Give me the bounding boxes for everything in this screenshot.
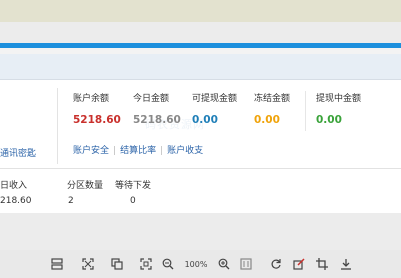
frozen-label: 冻结金额 [254,94,291,104]
comm-key-link[interactable]: 通讯密匙 [0,146,36,159]
withdrawable-label: 可提现金额 [192,94,238,104]
withdrawing-column: 提现中金额 0.00 [316,91,362,126]
zoom-in-icon[interactable] [216,256,232,272]
top-banner [0,0,401,22]
stat-header-partitions: 分区数量 [67,181,104,191]
balance-column: 账户余额 5218.60 [73,91,121,126]
edit-icon[interactable] [291,256,307,272]
stat-value-partitions: 2 [68,196,74,206]
stat-value-pending: 0 [130,196,136,206]
withdrawing-label: 提现中金额 [316,94,362,104]
zoom-level: 100% [184,259,208,269]
fit-page-icon[interactable] [138,256,154,272]
fit-width-icon[interactable] [80,256,96,272]
balance-value: 5218.60 [73,114,121,126]
column-separator [305,91,306,131]
copy-icon[interactable] [109,256,125,272]
link-separator: | [113,146,117,156]
today-amount-value: 5218.60 [133,114,181,126]
section-band [0,54,401,80]
today-amount-label: 今日金额 [133,94,170,104]
stat-header-pending: 等待下发 [115,181,152,191]
stat-header-income: 日收入 [0,181,28,191]
account-links: 账户安全 | 结算比率 | 账户收支 [73,143,203,156]
zoom-out-icon[interactable] [160,256,176,272]
settlement-rate-link[interactable]: 结算比率 [120,146,156,156]
stat-value-income: 218.60 [0,196,32,206]
account-security-link[interactable]: 账户安全 [73,146,109,156]
rotate-icon[interactable] [268,256,284,272]
stats-panel [0,168,401,213]
withdrawable-column: 可提现金额 0.00 [192,91,238,126]
account-ledger-link[interactable]: 账户收支 [167,146,203,156]
withdrawing-value: 0.00 [316,114,342,126]
link-separator: | [160,146,164,156]
balance-label: 账户余额 [73,94,110,104]
frozen-value: 0.00 [254,114,280,126]
panel-divider [57,88,58,164]
crop-icon[interactable] [314,256,330,272]
layout-icon[interactable] [49,256,65,272]
withdrawable-value: 0.00 [192,114,218,126]
frozen-column: 冻结金额 0.00 [254,91,291,126]
download-icon[interactable] [338,256,354,272]
today-amount-column: 今日金额 5218.60 [133,91,181,126]
page-icon[interactable] [238,256,254,272]
